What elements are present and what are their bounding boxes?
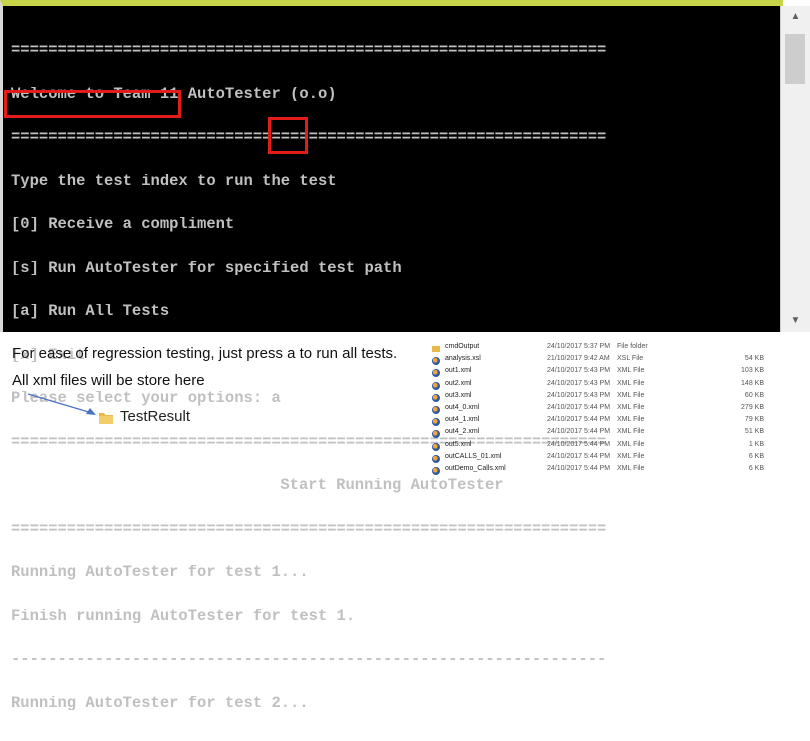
file-size: 6 KB xyxy=(748,452,764,460)
browser-file-icon xyxy=(432,369,440,378)
folder-icon xyxy=(99,413,113,424)
file-type: XSL File xyxy=(617,355,644,363)
file-date: 24/10/2017 5:44 PM xyxy=(547,416,611,424)
run-all-highlight-box xyxy=(4,90,181,118)
file-type: XML File xyxy=(617,379,645,387)
file-row[interactable]: analysis.xsl 21/10/2017 9:42 AM XSL File 54… xyxy=(432,355,772,367)
file-date: 24/10/2017 5:44 PM xyxy=(547,403,611,411)
instruction-text: Type the test index to run the test xyxy=(11,173,337,188)
separator-line: ========================================… xyxy=(11,521,607,536)
file-size: 279 KB xyxy=(741,403,764,411)
file-type: XML File xyxy=(617,440,645,448)
file-name: analysis.xsl xyxy=(445,355,481,363)
file-date: 24/10/2017 5:44 PM xyxy=(547,428,611,436)
file-date: 24/10/2017 5:44 PM xyxy=(547,452,611,460)
file-size: 6 KB xyxy=(748,464,764,472)
scroll-thumb[interactable] xyxy=(785,34,805,84)
file-type: XML File xyxy=(617,416,645,424)
file-list: cmdOutput 24/10/2017 5:37 PM File folder an… xyxy=(432,343,772,477)
file-type: XML File xyxy=(617,428,645,436)
file-date: 24/10/2017 5:43 PM xyxy=(547,367,611,375)
browser-file-icon xyxy=(432,357,440,366)
file-row[interactable]: out3.xml 24/10/2017 5:43 PM XML File 60 KB xyxy=(432,392,772,404)
browser-file-icon xyxy=(432,454,440,463)
separator-line: ========================================… xyxy=(11,130,607,145)
file-size: 54 KB xyxy=(744,355,764,363)
file-type: File folder xyxy=(617,343,648,350)
finish-test-1: Finish running AutoTester for test 1. xyxy=(11,608,356,623)
file-size: 60 KB xyxy=(744,391,764,399)
file-type: XML File xyxy=(617,464,645,472)
dash-separator-line: ----------------------------------------… xyxy=(11,652,607,667)
browser-file-icon xyxy=(432,405,440,414)
scroll-up-icon[interactable]: ▲ xyxy=(781,6,810,28)
file-type: XML File xyxy=(617,452,645,460)
browser-file-icon xyxy=(432,430,440,439)
input-highlight-box xyxy=(268,117,308,154)
file-size: 1 KB xyxy=(748,440,764,448)
file-date: 21/10/2017 9:42 AM xyxy=(547,355,610,363)
file-date: 24/10/2017 5:44 PM xyxy=(547,440,611,448)
file-size: 103 KB xyxy=(741,367,764,375)
file-size: 51 KB xyxy=(744,428,764,436)
file-date: 24/10/2017 5:43 PM xyxy=(547,391,611,399)
file-date: 24/10/2017 5:44 PM xyxy=(547,464,611,472)
running-test-2: Running AutoTester for test 2... xyxy=(11,695,309,710)
regression-note: For ease of regression testing, just pre… xyxy=(12,345,398,362)
separator-line: ========================================… xyxy=(11,43,607,58)
browser-file-icon xyxy=(432,381,440,390)
file-name: out4_0.xml xyxy=(445,403,480,411)
file-type: XML File xyxy=(617,391,645,399)
arrow-icon xyxy=(27,393,96,415)
file-name: outDemo_Calls.xml xyxy=(445,464,506,472)
file-name: outCALLS_01.xml xyxy=(445,452,502,460)
file-name: cmdOutput xyxy=(445,343,480,350)
running-test-1: Running AutoTester for test 1... xyxy=(11,565,309,580)
console-window: ========================================… xyxy=(0,0,783,710)
file-row[interactable]: out1.xml 24/10/2017 5:43 PM XML File 103 KB xyxy=(432,367,772,379)
file-row[interactable]: outDemo_Calls.xml 24/10/2017 5:44 PM XML F… xyxy=(432,465,772,477)
start-running-header: Start Running AutoTester xyxy=(280,478,504,493)
file-row[interactable]: out4_2.xml 24/10/2017 5:44 PM XML File 51 K… xyxy=(432,428,772,440)
file-row[interactable]: out5.xml 24/10/2017 5:44 PM XML File 1 KB xyxy=(432,441,772,453)
file-name: out5.xml xyxy=(445,440,472,448)
file-size: 148 KB xyxy=(741,379,764,387)
browser-file-icon xyxy=(432,393,440,402)
file-date: 24/10/2017 5:37 PM xyxy=(547,343,611,350)
file-type: XML File xyxy=(617,403,645,411)
file-name: out2.xml xyxy=(445,379,472,387)
option-compliment: [0] Receive a compliment xyxy=(11,217,235,232)
file-row[interactable]: out4_1.xml 24/10/2017 5:44 PM XML File 79 K… xyxy=(432,416,772,428)
browser-file-icon xyxy=(432,442,440,451)
option-specified-path: [s] Run AutoTester for specified test pa… xyxy=(11,260,402,275)
file-type: XML File xyxy=(617,367,645,375)
scroll-down-icon[interactable]: ▼ xyxy=(781,310,810,332)
browser-file-icon xyxy=(432,418,440,427)
option-run-all: [a] Run All Tests xyxy=(11,304,170,319)
folder-icon xyxy=(432,346,440,352)
file-name: out1.xml xyxy=(445,367,472,375)
file-row[interactable]: outCALLS_01.xml 24/10/2017 5:44 PM XML Fil… xyxy=(432,453,772,465)
file-name: out4_2.xml xyxy=(445,428,480,436)
console-scrollbar[interactable]: ▲ ▼ xyxy=(780,6,810,332)
file-name: out4_1.xml xyxy=(445,416,480,424)
file-date: 24/10/2017 5:43 PM xyxy=(547,379,611,387)
xml-location-note: All xml files will be store here xyxy=(12,372,205,389)
file-row[interactable]: cmdOutput 24/10/2017 5:37 PM File folder xyxy=(432,343,772,355)
browser-file-icon xyxy=(432,466,440,475)
file-row[interactable]: out4_0.xml 24/10/2017 5:44 PM XML File 279 … xyxy=(432,404,772,416)
folder-label: TestResult xyxy=(120,408,191,425)
file-row[interactable]: out2.xml 24/10/2017 5:43 PM XML File 148 KB xyxy=(432,380,772,392)
file-name: out3.xml xyxy=(445,391,472,399)
file-size: 79 KB xyxy=(744,416,764,424)
